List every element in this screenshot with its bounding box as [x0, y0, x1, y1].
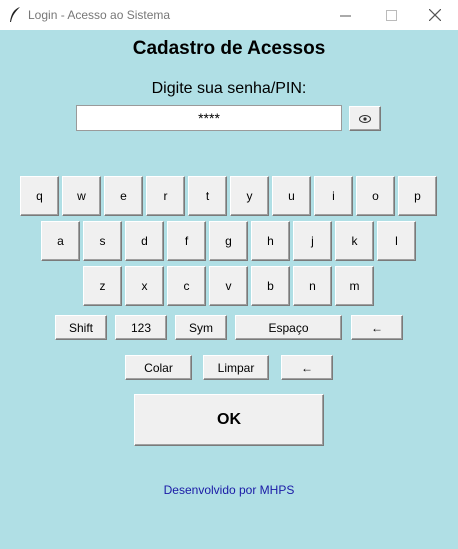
- key-e[interactable]: e: [104, 176, 143, 216]
- key-y[interactable]: y: [230, 176, 269, 216]
- footer-credit: Desenvolvido por MHPS: [163, 483, 295, 497]
- backspace-key[interactable]: ←: [351, 315, 403, 340]
- pin-input[interactable]: [76, 105, 342, 131]
- key-s[interactable]: s: [83, 221, 122, 261]
- key-n[interactable]: n: [293, 266, 332, 306]
- key-k[interactable]: k: [335, 221, 374, 261]
- close-icon: [429, 9, 441, 21]
- key-h[interactable]: h: [251, 221, 290, 261]
- eye-icon: [359, 114, 371, 123]
- key-g[interactable]: g: [209, 221, 248, 261]
- key-q[interactable]: q: [20, 176, 59, 216]
- key-c[interactable]: c: [167, 266, 206, 306]
- key-j[interactable]: j: [293, 221, 332, 261]
- ok-button[interactable]: OK: [134, 394, 324, 446]
- window-title: Login - Acesso ao Sistema: [28, 8, 171, 22]
- show-password-button[interactable]: [349, 106, 381, 131]
- key-m[interactable]: m: [335, 266, 374, 306]
- key-t[interactable]: t: [188, 176, 227, 216]
- key-l[interactable]: l: [377, 221, 416, 261]
- symbols-key[interactable]: Sym: [175, 315, 227, 340]
- space-key[interactable]: Espaço: [235, 315, 342, 340]
- key-b[interactable]: b: [251, 266, 290, 306]
- close-button[interactable]: [412, 0, 458, 30]
- minimize-icon: [339, 15, 351, 16]
- paste-button[interactable]: Colar: [125, 355, 192, 380]
- key-a[interactable]: a: [41, 221, 80, 261]
- key-f[interactable]: f: [167, 221, 206, 261]
- title-bar: Login - Acesso ao Sistema: [0, 0, 458, 30]
- key-w[interactable]: w: [62, 176, 101, 216]
- pin-prompt-label: Digite sua senha/PIN:: [151, 80, 307, 97]
- key-i[interactable]: i: [314, 176, 353, 216]
- backspace-button[interactable]: ←: [281, 355, 333, 380]
- page-title: Cadastro de Acessos: [132, 38, 326, 59]
- key-r[interactable]: r: [146, 176, 185, 216]
- maximize-button[interactable]: [368, 0, 414, 30]
- key-d[interactable]: d: [125, 221, 164, 261]
- key-z[interactable]: z: [83, 266, 122, 306]
- numbers-key[interactable]: 123: [115, 315, 167, 340]
- maximize-icon: [385, 9, 397, 21]
- key-v[interactable]: v: [209, 266, 248, 306]
- shift-key[interactable]: Shift: [55, 315, 107, 340]
- key-p[interactable]: p: [398, 176, 437, 216]
- feather-icon: [10, 7, 20, 22]
- key-x[interactable]: x: [125, 266, 164, 306]
- minimize-button[interactable]: [322, 0, 368, 30]
- clear-button[interactable]: Limpar: [203, 355, 269, 380]
- key-o[interactable]: o: [356, 176, 395, 216]
- key-u[interactable]: u: [272, 176, 311, 216]
